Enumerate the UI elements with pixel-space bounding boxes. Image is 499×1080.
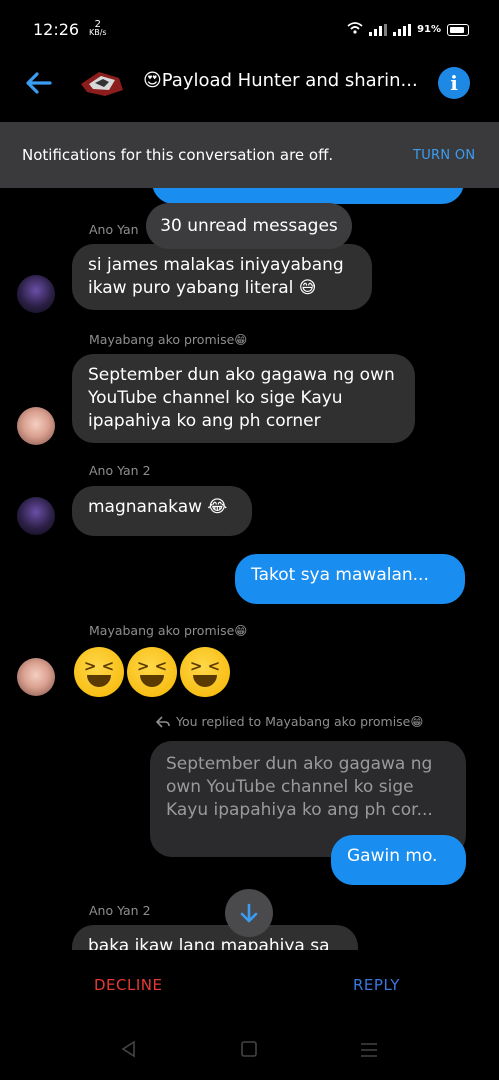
sender-name: Ano Yan [89, 222, 139, 237]
sender-name: Mayabang ako promise😁 [89, 332, 248, 347]
avatar[interactable] [17, 497, 55, 535]
info-button[interactable]: i [438, 67, 470, 99]
menu-lines-icon [361, 1043, 377, 1057]
reply-label: You replied to Mayabang ako promise😁 [156, 714, 423, 729]
wifi-icon [347, 22, 363, 37]
scroll-to-bottom-button[interactable] [225, 889, 273, 937]
message-bubble-outgoing[interactable]: Gawin mo. [331, 835, 466, 885]
decline-button[interactable]: DECLINE [94, 976, 162, 994]
message-bubble-outgoing[interactable]: Takot sya mawalan... [235, 554, 465, 604]
sender-name: Mayabang ako promise😁 [89, 623, 248, 638]
message-bubble[interactable]: magnanakaw 😂 [72, 486, 252, 536]
message-bubble[interactable]: si james malakas iniyayabang ikaw puro y… [72, 244, 372, 310]
reply-label-text: You replied to Mayabang ako promise😁 [176, 714, 424, 729]
message-bubble[interactable]: September dun ako gagawa ng own YouTube … [72, 354, 415, 443]
battery-icon [447, 23, 469, 36]
avatar[interactable] [17, 407, 55, 445]
nav-back-button[interactable] [120, 1040, 138, 1062]
unread-messages-pill[interactable]: 30 unread messages [146, 203, 352, 249]
group-avatar[interactable] [79, 64, 125, 104]
sender-name: Ano Yan 2 [89, 463, 151, 478]
nav-home-button[interactable] [241, 1041, 257, 1061]
network-speed-unit: KB/s [89, 28, 107, 37]
conversation-title[interactable]: 😍Payload Hunter and sharin... [143, 70, 423, 91]
signal-icon [369, 23, 388, 36]
arrow-down-icon [240, 903, 258, 923]
square-home-icon [241, 1041, 257, 1057]
back-arrow-icon [26, 72, 52, 94]
notice-text: Notifications for this conversation are … [22, 146, 334, 164]
laughing-emoji-icon [180, 647, 230, 697]
emoji-message[interactable] [74, 647, 233, 701]
status-icons: 91% [347, 22, 469, 37]
nav-recents-button[interactable] [360, 1042, 378, 1062]
back-button[interactable] [22, 66, 56, 100]
reply-button[interactable]: REPLY [353, 976, 400, 994]
turn-on-button[interactable]: TURN ON [413, 148, 475, 163]
battery-percent: 91% [417, 24, 441, 35]
signal-icon-2 [393, 23, 412, 36]
sender-name: Ano Yan 2 [89, 903, 151, 918]
status-time: 12:26 [33, 20, 80, 39]
laughing-emoji-icon [127, 647, 177, 697]
avatar[interactable] [17, 658, 55, 696]
laughing-emoji-icon [74, 647, 124, 697]
reply-icon [156, 715, 170, 728]
triangle-back-icon [121, 1040, 135, 1058]
avatar[interactable] [17, 275, 55, 313]
network-speed: 2 KB/s [89, 20, 107, 37]
